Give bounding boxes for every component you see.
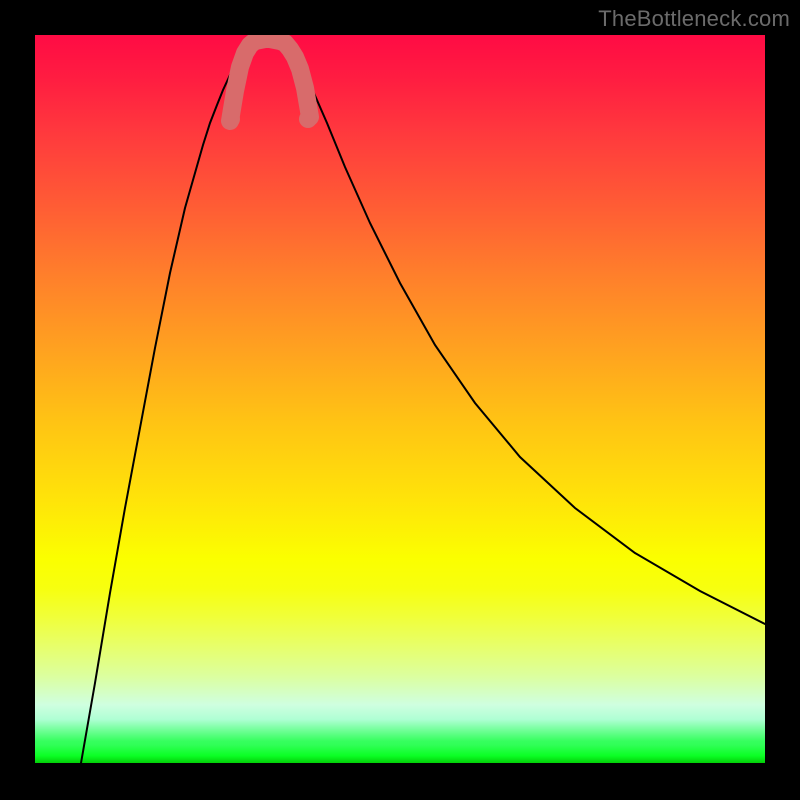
curve-layer	[35, 35, 765, 763]
salmon-marker-dot	[299, 110, 317, 128]
watermark-text: TheBottleneck.com	[598, 6, 790, 32]
curve-left-branch	[81, 59, 245, 763]
salmon-marker-dots	[222, 110, 317, 128]
curve-right-branch	[295, 59, 765, 624]
salmon-marker-curve	[230, 39, 310, 121]
salmon-marker-dot	[222, 110, 240, 128]
plot-area	[35, 35, 765, 763]
chart-frame: TheBottleneck.com	[0, 0, 800, 800]
